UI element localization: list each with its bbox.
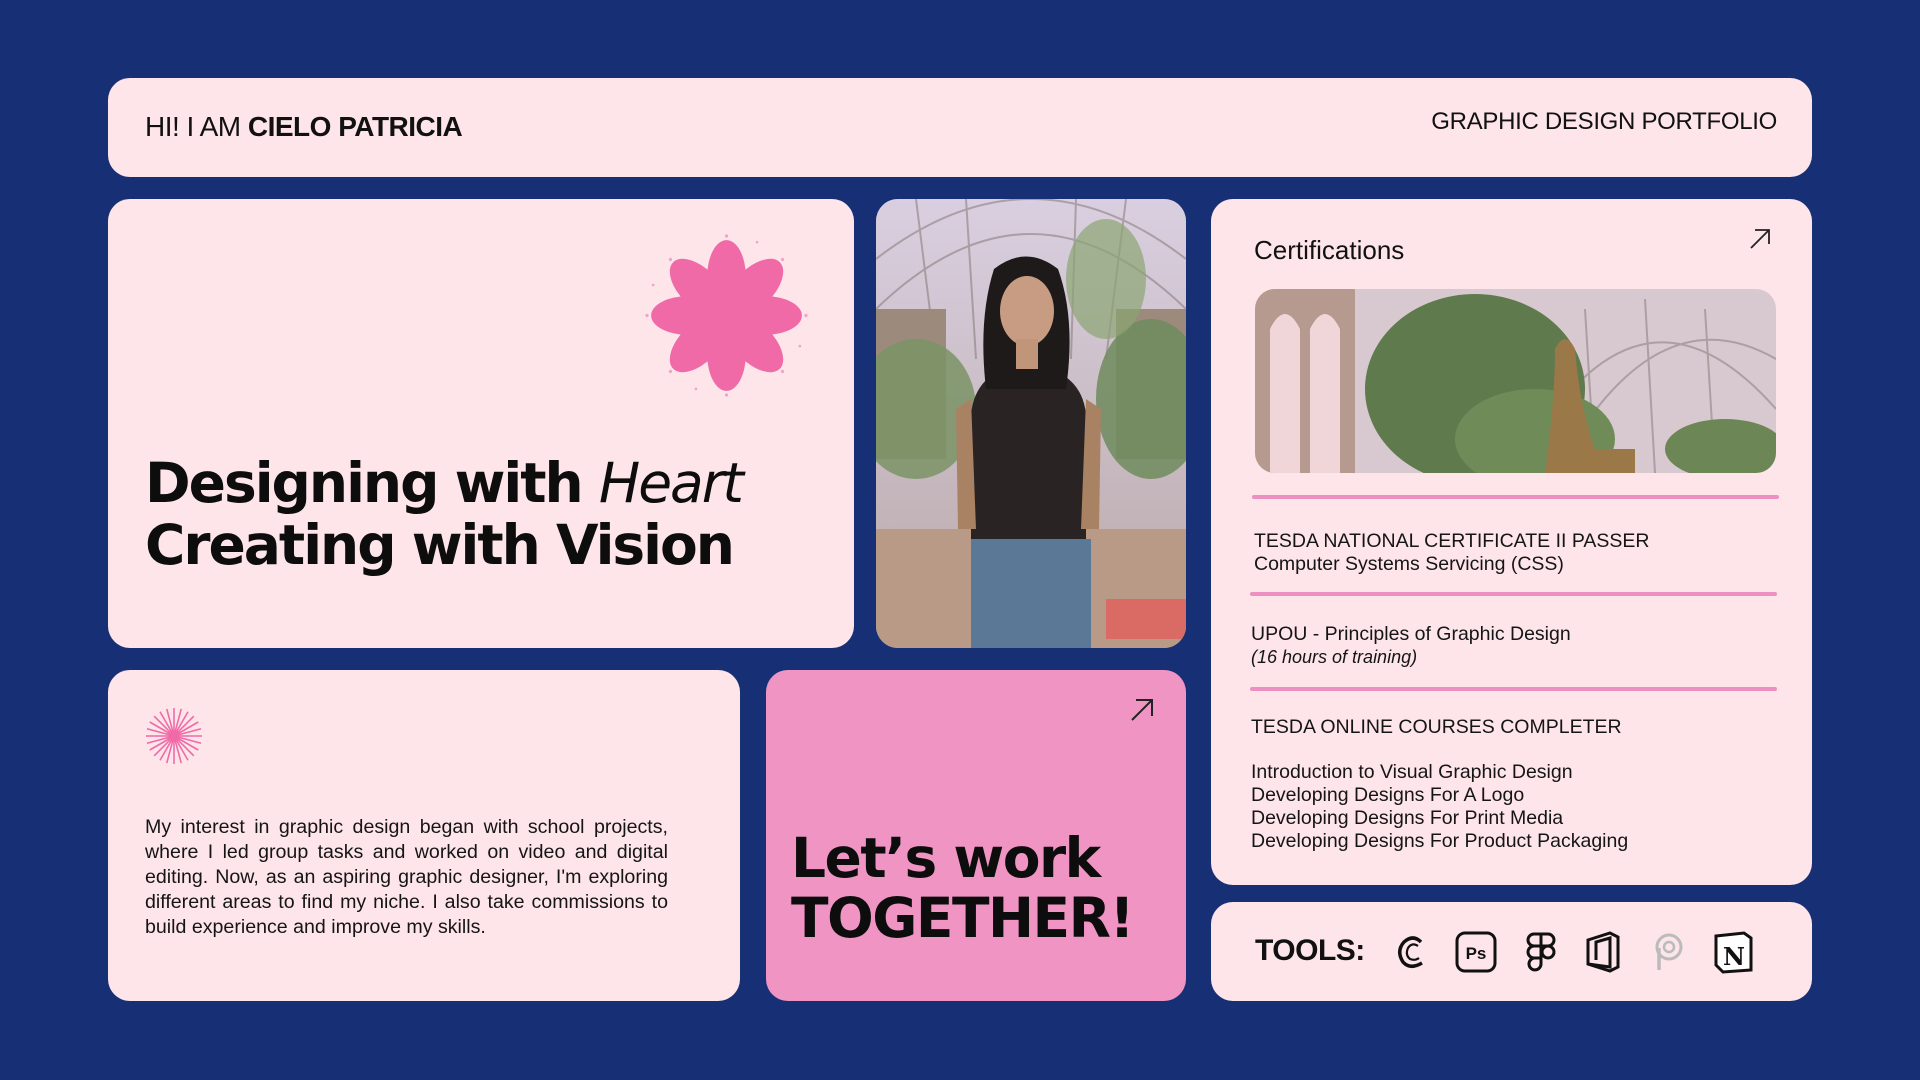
notion-glyph: N — [1723, 942, 1745, 971]
greeting-prefix: HI! I AM — [145, 111, 248, 142]
divider — [1250, 687, 1777, 691]
cta-headline: Let’s work TOGETHER! — [791, 826, 1135, 950]
greeting: HI! I AM CIELO PATRICIA — [145, 111, 463, 143]
bio-card: My interest in graphic design began with… — [108, 670, 740, 1001]
list-item: Developing Designs For Print Media — [1251, 807, 1564, 829]
bio-paragraph: My interest in graphic design began with… — [145, 816, 668, 938]
hero-headline: Designing with Heart Creating with Visio… — [145, 451, 744, 577]
designer-name: CIELO PATRICIA — [247, 111, 463, 142]
list-item: Developing Designs For Product Packaging — [1251, 830, 1629, 852]
list-item: Introduction to Visual Graphic Design — [1251, 761, 1573, 783]
arrow-up-right-icon[interactable] — [1128, 696, 1156, 724]
cert-title: TESDA ONLINE COURSES COMPLETER — [1251, 716, 1622, 738]
header-bar: HI! I AM CIELO PATRICIA GRAPHIC DESIGN P… — [108, 78, 1812, 177]
headline-line2: Creating with Vision — [145, 513, 735, 577]
divider — [1250, 592, 1777, 596]
figma-icon — [1526, 932, 1556, 972]
cert-title: TESDA NATIONAL CERTIFICATE II PASSER — [1254, 530, 1650, 552]
starburst-icon — [146, 708, 202, 764]
certifications-title: Certifications — [1254, 235, 1405, 265]
portrait-illustration — [876, 199, 1186, 648]
canva-icon — [1398, 936, 1423, 968]
notion-icon: N — [1714, 931, 1753, 974]
lets-work-together-card[interactable]: Let’s work TOGETHER! — [766, 670, 1186, 1001]
divider — [1252, 495, 1779, 499]
cta-line2: TOGETHER! — [791, 886, 1135, 950]
portrait-photo — [876, 199, 1186, 648]
picsart-icon — [1655, 933, 1683, 970]
photoshop-glyph: Ps — [1466, 944, 1487, 963]
tools-card: TOOLS: Ps N — [1211, 902, 1812, 1001]
cert-title: UPOU - Principles of Graphic Design — [1251, 623, 1571, 645]
photoshop-icon: Ps — [1455, 931, 1497, 973]
certifications-photo — [1255, 289, 1776, 473]
cert-item-tesda-nc2: TESDA NATIONAL CERTIFICATE II PASSER Com… — [1254, 530, 1650, 576]
cert-detail: (16 hours of training) — [1251, 647, 1418, 667]
cert-detail: Computer Systems Servicing (CSS) — [1254, 553, 1564, 575]
certifications-card: Certifications TESDA NATIONAL CERTIFICAT… — [1211, 199, 1812, 885]
cta-line1: Let’s work — [791, 826, 1101, 890]
headline-line1: Designing with — [145, 451, 599, 515]
course-list: Introduction to Visual Graphic Design De… — [1251, 761, 1628, 853]
flower-icon — [645, 234, 808, 397]
headline-italic-word: Heart — [598, 451, 744, 515]
arrow-up-right-icon[interactable] — [1748, 227, 1772, 251]
cert-item-tesda-online: TESDA ONLINE COURSES COMPLETER — [1251, 716, 1622, 739]
portfolio-subtitle: GRAPHIC DESIGN PORTFOLIO — [1431, 108, 1777, 135]
office-icon — [1586, 931, 1620, 973]
hero-card: Designing with Heart Creating with Visio… — [108, 199, 854, 648]
list-item: Developing Designs For A Logo — [1251, 784, 1525, 806]
greenhouse-illustration — [1255, 289, 1776, 473]
cert-item-upou: UPOU - Principles of Graphic Design (16 … — [1251, 623, 1571, 669]
tools-label: TOOLS: — [1255, 934, 1365, 967]
